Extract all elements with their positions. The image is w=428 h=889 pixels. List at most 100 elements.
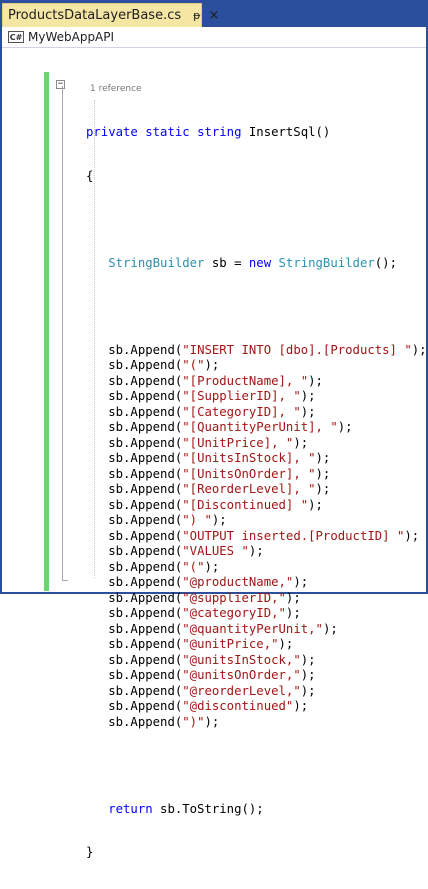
close-brace: } — [86, 845, 94, 859]
append-suffix: ); — [308, 373, 323, 388]
keyword-string: string — [197, 125, 242, 139]
string-literal: "[QuantityPerUnit], " — [182, 420, 338, 434]
append-line: sb.Append("[UnitPrice], "); — [86, 436, 427, 452]
keyword-return: return — [108, 801, 153, 816]
append-line: sb.Append(") "); — [86, 513, 427, 529]
append-line: sb.Append("[UnitsOnOrder], "); — [86, 467, 427, 483]
append-line: sb.Append("[UnitsInStock], "); — [86, 451, 427, 467]
append-suffix: ); — [293, 699, 309, 713]
append-suffix: ); — [285, 606, 301, 620]
outline-end — [62, 580, 68, 581]
string-literal: "@supplierID," — [182, 590, 286, 605]
append-statements: sb.Append( "INSERT INTO [dbo].[Products] … — [86, 342, 427, 731]
append-line: sb.Append("("); — [86, 358, 427, 374]
append-call: sb.Append( — [108, 559, 183, 574]
codelens-references[interactable]: 1 reference — [90, 82, 427, 97]
append-call: sb.Append( — [108, 466, 183, 481]
append-suffix: ); — [300, 683, 316, 698]
append-call: sb.Append( — [108, 714, 183, 729]
keyword-private: private — [86, 125, 138, 139]
append-call: sb.Append( — [108, 621, 183, 636]
append-line: sb.Append("[CategoryID], "); — [86, 405, 427, 421]
append-line: sb.Append("("); — [86, 560, 427, 576]
close-icon[interactable]: × — [208, 8, 219, 23]
code-editor[interactable]: − 1 reference private static string Inse… — [2, 48, 427, 859]
append-call: sb.Append( — [108, 389, 183, 403]
append-call: sb.Append( — [108, 668, 183, 682]
append-line: sb.Append("[SupplierID], "); — [86, 389, 427, 405]
string-literal: "[CategoryID], " — [182, 404, 301, 419]
append-line: sb.Append("@discontinued"); — [86, 699, 427, 715]
string-literal: "INSERT INTO [dbo].[Products] " — [182, 342, 412, 357]
string-literal: "@quantityPerUnit," — [182, 621, 323, 636]
string-literal: "@categoryID," — [182, 606, 286, 620]
append-call: sb.Append( — [108, 451, 183, 465]
string-literal: "[UnitsOnOrder], " — [182, 466, 316, 481]
string-literal: "@discontinued" — [182, 699, 294, 713]
type-stringbuilder-2: StringBuilder — [278, 255, 375, 270]
append-line: sb.Append("@supplierID,"); — [86, 591, 427, 607]
append-suffix: ); — [300, 652, 316, 667]
change-indicator-bar — [44, 72, 49, 591]
append-line: sb.Append("@reorderLevel,"); — [86, 684, 427, 700]
tab-products-data-layer[interactable]: ProductsDataLayerBase.cs ᵽ × — [2, 3, 219, 27]
append-suffix: ); — [315, 482, 331, 496]
collapse-toggle-icon[interactable]: − — [56, 80, 65, 89]
string-literal: "[ProductName], " — [182, 373, 309, 388]
append-line: sb.Append("OUTPUT inserted.[ProductID] "… — [86, 529, 427, 545]
return-expression: sb.ToString(); — [152, 801, 264, 816]
append-call: sb.Append( — [108, 435, 183, 450]
append-call: sb.Append( — [108, 699, 183, 713]
append-suffix: ); — [315, 451, 331, 465]
string-literal: "@unitsOnOrder," — [182, 668, 301, 682]
append-call: sb.Append( — [108, 373, 183, 388]
append-line: sb.Append("VALUES "); — [86, 544, 427, 560]
sb-declaration: StringBuilder sb = new StringBuilder(); — [86, 256, 427, 272]
append-call: sb.Append( — [108, 544, 183, 558]
string-literal: "(" — [182, 559, 205, 574]
open-brace: { — [86, 168, 94, 183]
append-suffix: ); — [300, 668, 316, 682]
append-call: sb.Append( — [108, 652, 183, 667]
append-suffix: ); — [285, 590, 301, 605]
string-literal: ") " — [182, 513, 212, 527]
project-dropdown[interactable]: MyWebAppAPI — [28, 30, 114, 44]
append-call: sb.Append( — [108, 420, 183, 434]
string-literal: "OUTPUT inserted.[ProductID] " — [182, 528, 405, 543]
append-call: sb.Append( — [108, 575, 183, 589]
keyword-static: static — [145, 125, 190, 139]
append-call: sb.Append( — [108, 528, 183, 543]
append-suffix: ); — [248, 544, 264, 558]
append-suffix: ); — [293, 435, 309, 450]
append-call: sb.Append( — [108, 513, 183, 527]
append-line: sb.Append("@unitPrice,"); — [86, 637, 427, 653]
string-literal: "[SupplierID], " — [182, 389, 301, 403]
append-suffix: ); — [322, 621, 338, 636]
code-text[interactable]: 1 reference private static string Insert… — [86, 54, 427, 889]
append-suffix: ); — [411, 342, 427, 357]
append-call: sb.Append( — [108, 606, 183, 620]
append-line: sb.Append("[ProductName], "); — [86, 374, 427, 390]
append-suffix: ); — [204, 559, 220, 574]
sb-decl-end: (); — [374, 255, 397, 270]
append-suffix: ); — [300, 404, 316, 419]
append-suffix: ); — [308, 497, 323, 512]
string-literal: "(" — [182, 358, 205, 372]
append-suffix: ); — [337, 420, 353, 434]
navigation-bar: C# MyWebAppAPI — [2, 27, 426, 48]
pin-icon[interactable]: ᵽ — [193, 9, 200, 22]
string-literal: "@productName," — [182, 575, 294, 589]
append-call: sb.Append( — [108, 590, 183, 605]
string-literal: "@unitsInStock," — [182, 652, 301, 667]
string-literal: "[UnitPrice], " — [182, 435, 294, 450]
append-suffix: ); — [404, 528, 420, 543]
append-call: sb.Append( — [108, 404, 183, 419]
method-name: InsertSql() — [248, 125, 331, 139]
append-call: sb.Append( — [108, 497, 183, 512]
line-margin — [2, 48, 42, 592]
append-line: sb.Append("@productName,"); — [86, 575, 427, 591]
append-suffix: ); — [300, 389, 316, 403]
append-call: sb.Append( — [108, 342, 183, 357]
append-suffix: ); — [315, 466, 331, 481]
